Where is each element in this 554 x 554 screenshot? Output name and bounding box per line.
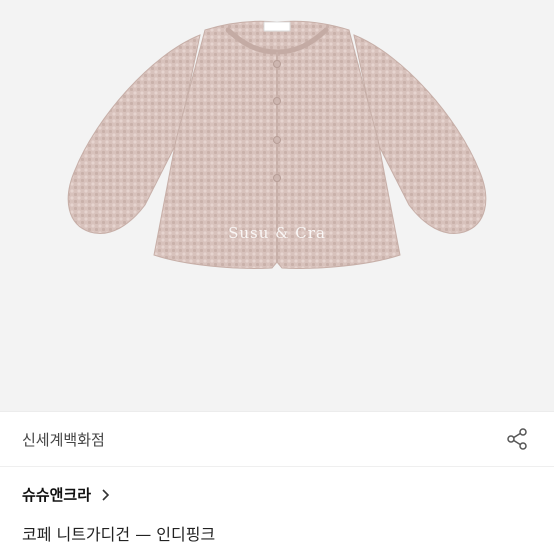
divider xyxy=(0,466,554,467)
store-name: 신세계백화점 xyxy=(22,431,105,449)
share-icon xyxy=(507,428,527,450)
product-image[interactable]: Susu & Cra xyxy=(0,0,554,411)
watermark-text: Susu & Cra xyxy=(228,224,326,242)
share-button[interactable] xyxy=(502,424,532,454)
chevron-right-icon xyxy=(101,488,110,502)
product-title: 코페 니트가디건 — 인디핑크 xyxy=(22,525,216,544)
brand-link[interactable]: 슈슈앤크라 xyxy=(22,484,110,505)
store-row: 신세계백화점 xyxy=(0,412,554,466)
brand-name: 슈슈앤크라 xyxy=(22,486,92,504)
cardigan-illustration xyxy=(67,20,487,269)
